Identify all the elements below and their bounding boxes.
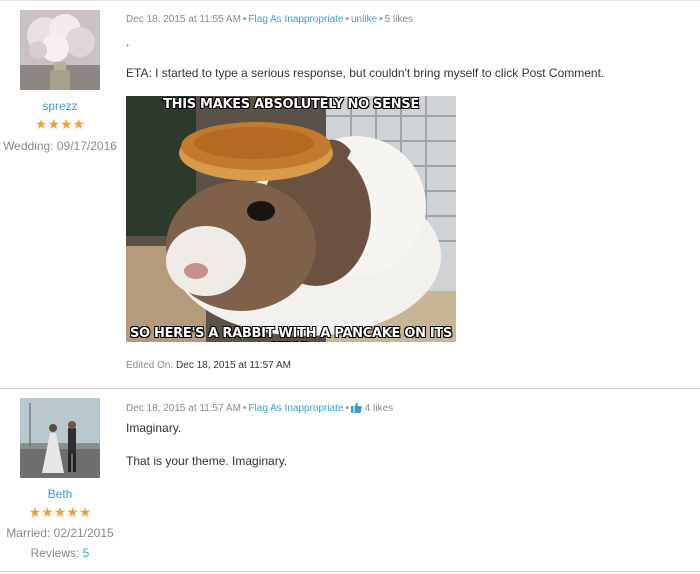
comment-text-line: That is your theme. Imaginary. [126,454,288,468]
married-date: Married: 02/21/2015 [6,526,114,540]
unlike-link[interactable]: unlike [351,14,377,25]
comment-text-line: Imaginary. [126,421,182,435]
avatar[interactable] [20,398,100,478]
comment-date: Dec 18, 2015 at 11:55 AM [126,14,241,25]
flag-link[interactable]: Flag As Inappropriate [248,403,343,414]
reviews-count[interactable]: 5 [83,546,90,560]
username[interactable]: sprezz [0,99,120,113]
comment-post: sprezz ★★★★ Wedding: 09/17/2016 Dec 18, … [0,0,700,389]
like-count: 5 likes [384,14,414,25]
comment-post: Beth ★★★★★ Married: 02/21/2015 Reviews: … [0,389,700,572]
meme-bottom-caption: SO HERE'S A RABBIT WITH A PANCAKE ON ITS… [129,326,453,342]
avatar[interactable] [20,10,100,90]
rating-stars: ★★★★ [34,116,86,132]
wedding-date: Wedding: 09/17/2016 [3,139,117,153]
comment-date: Dec 18, 2015 at 11:57 AM [126,403,241,414]
comment-text-line: . [126,35,130,49]
rating-stars: ★★★★★ [28,504,92,520]
comment-header: Dec 18, 2015 at 11:57 AM • Flag As Inappro… [126,402,394,416]
thumbs-up-icon[interactable] [351,402,362,416]
edited-timestamp: Edited On: Dec 18, 2015 at 11:57 AM [126,360,291,371]
reviews-line: Reviews: 5 [0,546,120,560]
username[interactable]: Beth [0,487,120,501]
flag-link[interactable]: Flag As Inappropriate [248,14,343,25]
edited-value: Dec 18, 2015 at 11:57 AM [176,360,291,371]
edited-label: Edited On: [126,360,174,371]
comment-header: Dec 18, 2015 at 11:55 AM • Flag As Inappro… [126,14,414,25]
comment-text-line: ETA: I started to type a serious respons… [126,66,605,80]
like-count: 4 likes [364,403,394,414]
reviews-label: Reviews: [30,546,80,560]
meme-top-caption: THIS MAKES ABSOLUTELY NO SENSE [163,97,419,112]
meme-image: THIS MAKES ABSOLUTELY NO SENSE SO HERE'S… [126,96,456,342]
